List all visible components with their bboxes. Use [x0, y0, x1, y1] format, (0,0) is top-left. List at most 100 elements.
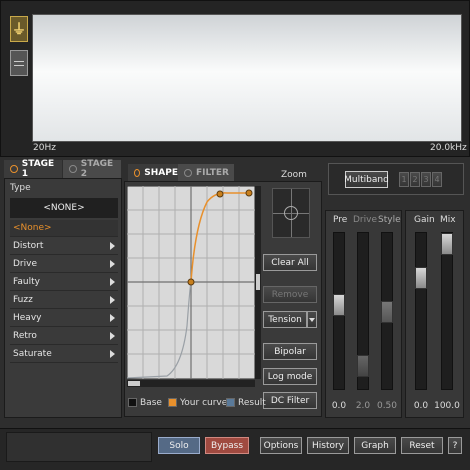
chevron-right-icon	[110, 260, 115, 268]
solo-button[interactable]: Solo	[158, 437, 200, 454]
list-item[interactable]: Saturate	[10, 346, 118, 363]
pre-slider[interactable]	[333, 232, 345, 390]
multiband-label: Multiband	[344, 174, 389, 185]
legend-your-curve-swatch	[168, 398, 177, 407]
tab-stage-2[interactable]: STAGE 2	[63, 159, 121, 179]
logo-icon[interactable]: ⏚	[10, 16, 28, 42]
list-item-label: Drive	[13, 259, 37, 269]
list-item-label: Saturate	[13, 349, 52, 359]
remove-button[interactable]: Remove	[263, 286, 317, 303]
curve-point	[245, 189, 253, 197]
mix-slider[interactable]	[441, 232, 453, 390]
list-item[interactable]: Faulty	[10, 274, 118, 291]
band-button-label: 4	[434, 175, 440, 184]
band-button-label: 1	[401, 175, 407, 184]
legend-base-swatch	[128, 398, 137, 407]
list-item[interactable]: Fuzz	[10, 292, 118, 309]
gain-label: Gain	[414, 215, 435, 225]
reset-label: Reset	[409, 440, 435, 451]
list-item[interactable]: Distort	[10, 238, 118, 255]
power-icon	[69, 165, 77, 173]
drive-slider[interactable]	[357, 232, 369, 390]
zoom-handle-icon[interactable]	[284, 206, 298, 220]
tension-dropdown[interactable]: Tension	[263, 311, 307, 328]
solo-label: Solo	[169, 440, 189, 451]
mix-value: 100.0	[434, 401, 460, 411]
clear-all-button[interactable]: Clear All	[263, 254, 317, 271]
type-label: Type	[10, 183, 31, 193]
legend-your-curve: Your curve	[180, 398, 228, 408]
drive-slider-knob[interactable]	[357, 355, 369, 378]
band-button[interactable]: 2	[410, 172, 420, 187]
gain-slider-knob[interactable]	[415, 267, 427, 289]
bipolar-button[interactable]: Bipolar	[263, 343, 317, 360]
bipolar-label: Bipolar	[274, 346, 306, 357]
zoom-label: Zoom	[281, 170, 307, 180]
list-item[interactable]: Heavy	[10, 310, 118, 327]
tension-dropdown-arrow[interactable]	[307, 311, 317, 328]
tab-stage-1-label: STAGE 1	[21, 159, 55, 179]
list-item-label: Heavy	[13, 313, 42, 323]
zoom-control[interactable]	[272, 188, 310, 238]
legend-result-swatch	[226, 398, 235, 407]
history-button[interactable]: History	[307, 437, 349, 454]
clear-all-label: Clear All	[271, 257, 309, 268]
chevron-right-icon	[110, 278, 115, 286]
tab-filter-label: FILTER	[196, 168, 229, 178]
legend-result: Result	[238, 398, 266, 408]
list-item-none-label: <None>	[13, 223, 52, 233]
spectrum-toggle-icon[interactable]	[10, 50, 28, 76]
options-button[interactable]: Options	[260, 437, 302, 454]
style-label: Style	[378, 215, 401, 225]
power-icon	[134, 169, 141, 177]
multiband-button[interactable]: Multiband	[344, 171, 389, 188]
type-none-header[interactable]: <NONE>	[10, 198, 118, 218]
type-none-header-label: <NONE>	[43, 203, 85, 213]
list-item-label: Fuzz	[13, 295, 33, 305]
tab-stage-2-label: STAGE 2	[80, 159, 114, 179]
log-mode-label: Log mode	[267, 371, 313, 382]
mix-label: Mix	[440, 215, 456, 225]
dc-filter-button[interactable]: DC Filter	[263, 392, 317, 409]
curve-graph[interactable]	[127, 186, 255, 379]
style-slider-knob[interactable]	[381, 301, 393, 323]
band-button[interactable]: 4	[432, 172, 442, 187]
bypass-button[interactable]: Bypass	[205, 437, 249, 454]
mix-slider-knob[interactable]	[441, 233, 453, 255]
list-item-label: Faulty	[13, 277, 40, 287]
tab-stage-1[interactable]: STAGE 1	[4, 159, 62, 179]
curve-point	[187, 278, 195, 286]
pre-slider-knob[interactable]	[333, 294, 345, 317]
pre-value: 0.0	[331, 401, 347, 411]
band-button[interactable]: 1	[399, 172, 409, 187]
gain-value: 0.0	[413, 401, 429, 411]
list-item[interactable]: Retro	[10, 328, 118, 345]
graph-label: Graph	[361, 440, 389, 451]
spectrum-max-label: 20.0kHz	[430, 143, 467, 153]
tab-shape[interactable]: SHAPE	[128, 164, 178, 182]
list-item-none[interactable]: <None>	[10, 220, 118, 237]
drive-value: 2.0	[355, 401, 371, 411]
pre-label: Pre	[333, 215, 348, 225]
graph-h-scrollbar[interactable]	[127, 380, 255, 387]
list-item[interactable]: Drive	[10, 256, 118, 273]
reset-button[interactable]: Reset	[401, 437, 443, 454]
graph-button[interactable]: Graph	[354, 437, 396, 454]
dc-filter-label: DC Filter	[270, 395, 310, 406]
gain-slider[interactable]	[415, 232, 427, 390]
tab-filter[interactable]: FILTER	[178, 164, 234, 182]
graph-v-scrollbar[interactable]	[255, 186, 261, 379]
chevron-right-icon	[110, 296, 115, 304]
power-icon	[10, 165, 18, 173]
chevron-down-icon	[309, 317, 315, 322]
curve-point	[216, 190, 224, 198]
gain-mix-panel	[405, 210, 464, 418]
band-button[interactable]: 3	[421, 172, 431, 187]
history-label: History	[311, 440, 345, 451]
spectrum-min-label: 20Hz	[33, 143, 56, 153]
style-slider[interactable]	[381, 232, 393, 390]
log-mode-button[interactable]: Log mode	[263, 368, 317, 385]
drive-label: Drive	[353, 215, 377, 225]
chevron-right-icon	[110, 242, 115, 250]
help-button[interactable]: ?	[448, 437, 462, 454]
